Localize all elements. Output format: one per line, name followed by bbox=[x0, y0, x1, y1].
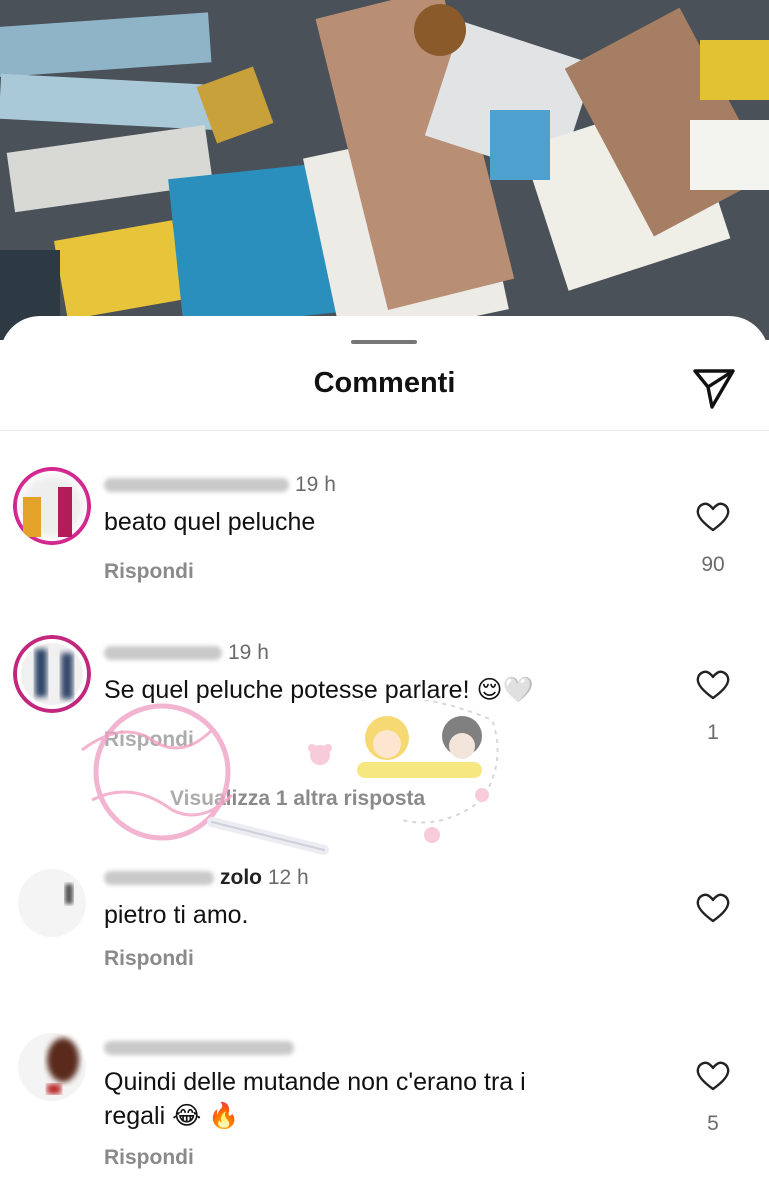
comment-text-line-2: regali 😂 🔥 bbox=[104, 1102, 240, 1130]
like-count: 1 bbox=[707, 721, 719, 744]
sheet-title: Commenti bbox=[313, 367, 456, 399]
reply-button[interactable]: Rispondi bbox=[104, 728, 194, 752]
comment-meta bbox=[104, 1036, 300, 1060]
view-more-replies[interactable]: Visualizza 1 altra risposta bbox=[170, 787, 425, 811]
drag-handle[interactable] bbox=[351, 340, 417, 344]
heart-icon[interactable] bbox=[696, 502, 730, 532]
username-visible[interactable]: zolo bbox=[220, 866, 262, 889]
heart-icon[interactable] bbox=[696, 1061, 730, 1091]
username-redacted[interactable] bbox=[104, 1041, 294, 1056]
like-count: 5 bbox=[707, 1112, 719, 1135]
comment-meta: 19 h bbox=[104, 473, 336, 497]
photo-collage bbox=[0, 0, 769, 340]
avatar[interactable] bbox=[13, 467, 91, 545]
comment-text: pietro ti amo. bbox=[104, 901, 249, 929]
avatar-image bbox=[13, 635, 91, 713]
reply-button[interactable]: Rispondi bbox=[104, 947, 194, 971]
avatar[interactable] bbox=[13, 864, 91, 942]
username-redacted[interactable] bbox=[104, 871, 214, 886]
comment-time: 12 h bbox=[267, 866, 309, 889]
avatar-image bbox=[18, 1033, 86, 1101]
send-icon bbox=[693, 369, 735, 409]
comment-text-line-1: Quindi delle mutande non c'erano tra i bbox=[104, 1068, 526, 1096]
heart-icon[interactable] bbox=[696, 670, 730, 700]
reply-button[interactable]: Rispondi bbox=[104, 560, 194, 584]
comment-meta: 19 h bbox=[104, 641, 269, 665]
like-count: 90 bbox=[701, 553, 725, 576]
heart-icon[interactable] bbox=[696, 893, 730, 923]
share-button[interactable] bbox=[688, 362, 740, 414]
avatar-image bbox=[18, 869, 86, 937]
comment-time: 19 h bbox=[228, 641, 269, 664]
reply-button[interactable]: Rispondi bbox=[104, 1146, 194, 1170]
username-redacted[interactable] bbox=[104, 478, 289, 493]
comment-time: 19 h bbox=[295, 473, 336, 496]
header-divider bbox=[0, 430, 769, 431]
comment-text: Se quel peluche potesse parlare! 😌🤍 bbox=[104, 676, 534, 704]
comment-text: beato quel peluche bbox=[104, 508, 316, 536]
avatar[interactable] bbox=[13, 1028, 91, 1106]
comment-meta: zolo 12 h bbox=[104, 866, 309, 890]
avatar[interactable] bbox=[13, 635, 91, 713]
post-photo-background bbox=[0, 0, 769, 340]
username-redacted[interactable] bbox=[104, 646, 222, 661]
avatar-image bbox=[13, 467, 91, 545]
